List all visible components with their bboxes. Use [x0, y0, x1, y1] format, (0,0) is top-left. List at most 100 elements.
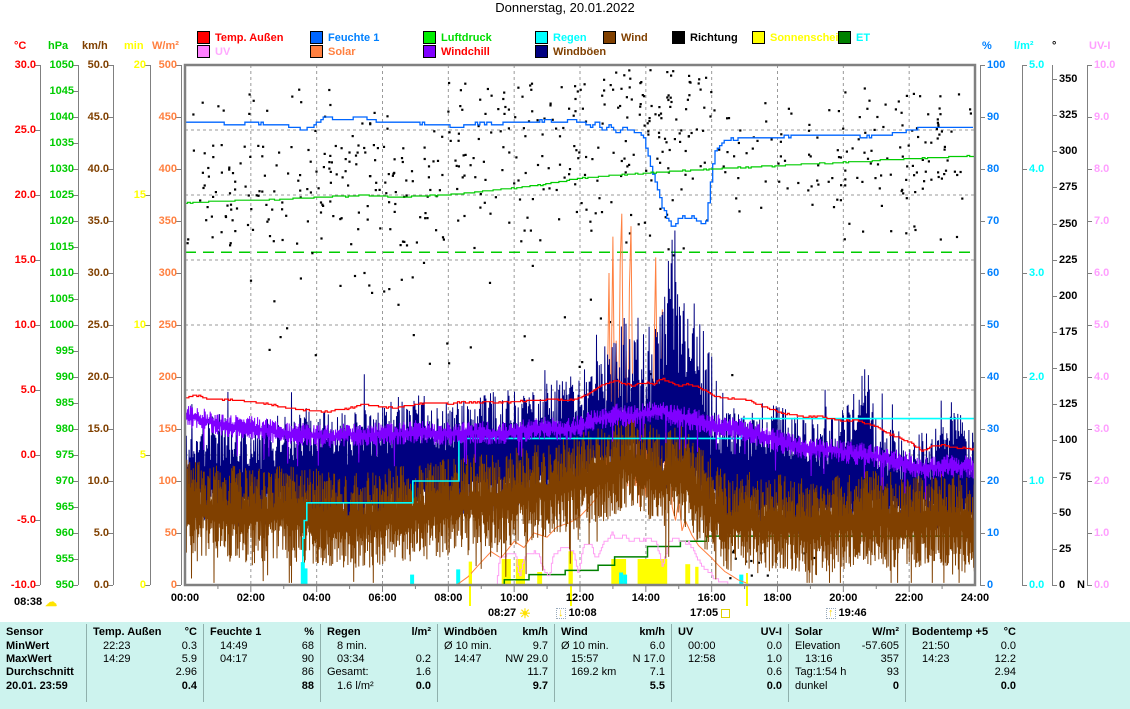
wind-direction-dot	[913, 93, 915, 95]
wind-direction-dot	[870, 162, 872, 164]
wind-direction-dot	[670, 97, 672, 99]
axis-tick-label: 15.0	[65, 424, 109, 434]
legend-swatch-sonnenschein-icon	[752, 31, 765, 44]
wind-direction-dot	[205, 219, 207, 221]
wind-direction-dot	[389, 228, 391, 230]
wind-direction-dot	[617, 107, 619, 109]
wind-direction-dot	[688, 135, 690, 137]
axis-tick-label: 1025	[30, 190, 74, 200]
axis-tick	[980, 585, 985, 586]
wind-direction-dot	[473, 247, 475, 249]
wind-direction-dot	[848, 223, 850, 225]
wind-direction-dot	[576, 211, 578, 213]
wind-direction-dot	[842, 128, 844, 130]
wind-direction-dot	[347, 184, 349, 186]
axis-line	[181, 65, 182, 585]
axis-tick-label: 200	[133, 372, 177, 382]
wind-direction-dot	[709, 115, 711, 117]
wind-direction-dot	[429, 363, 431, 365]
wind-direction-dot	[602, 123, 604, 125]
table-header-unit: km/h	[440, 626, 548, 638]
wind-direction-dot	[388, 288, 390, 290]
wind-direction-dot	[648, 120, 650, 122]
wind-direction-dot	[956, 236, 958, 238]
wind-direction-dot	[497, 108, 499, 110]
wind-direction-dot	[771, 138, 773, 140]
wind-direction-dot	[320, 201, 322, 203]
axis-tick-label: -5.0	[0, 515, 36, 525]
table-value-cell: 5.9	[89, 653, 197, 665]
sunshine-bar	[569, 551, 573, 585]
table-value-cell: 11.7	[440, 666, 548, 678]
axis-tick-label: 20.0	[65, 372, 109, 382]
wind-direction-dot	[429, 189, 431, 191]
sunshine-bar	[516, 559, 525, 585]
wind-direction-dot	[778, 181, 780, 183]
x-axis-label: 24:00	[953, 592, 997, 604]
wind-direction-dot	[794, 441, 796, 443]
axis-tick	[980, 169, 985, 170]
wind-direction-dot	[223, 110, 225, 112]
wind-direction-dot	[457, 220, 459, 222]
wind-direction-dot	[526, 217, 528, 219]
x-axis-label: 16:00	[690, 592, 734, 604]
wind-direction-dot	[901, 190, 903, 192]
legend-item-luftdruck: Luftdruck	[423, 31, 492, 44]
wind-direction-dot	[525, 172, 527, 174]
wind-direction-dot	[584, 83, 586, 85]
wind-direction-dot	[556, 189, 558, 191]
axis-tick	[1052, 296, 1057, 297]
wind-direction-dot	[450, 140, 452, 142]
wind-direction-dot	[585, 209, 587, 211]
wind-direction-dot	[886, 157, 888, 159]
wind-direction-dot	[258, 190, 260, 192]
table-row-label: 20.01. 23:59	[6, 680, 86, 692]
x-axis-label: 08:00	[426, 592, 470, 604]
wind-direction-dot	[662, 151, 664, 153]
table-value-cell: 86	[206, 666, 314, 678]
wind-direction-dot	[590, 299, 592, 301]
table-separator	[554, 624, 555, 702]
table-value-cell: 2.96	[89, 666, 197, 678]
wind-direction-dot	[329, 104, 331, 106]
wind-direction-dot	[639, 114, 641, 116]
wind-direction-dot	[685, 150, 687, 152]
rain-bar	[739, 575, 743, 585]
wind-direction-dot	[914, 191, 916, 193]
wind-direction-dot	[427, 196, 429, 198]
wind-direction-dot	[574, 98, 576, 100]
wind-direction-dot	[296, 243, 298, 245]
table-value-cell: N 17.0	[557, 653, 665, 665]
wind-direction-dot	[669, 106, 671, 108]
axis-tick-label: 450	[133, 112, 177, 122]
wind-direction-dot	[264, 175, 266, 177]
wind-direction-dot	[844, 238, 846, 240]
wind-direction-dot	[377, 147, 379, 149]
wind-direction-dot	[718, 149, 720, 151]
wind-direction-dot	[232, 172, 234, 174]
axis-tick-label: 1045	[30, 86, 74, 96]
wind-direction-dot	[211, 216, 213, 218]
axis-tick-label: 35.0	[65, 216, 109, 226]
wind-direction-dot	[221, 231, 223, 233]
wind-direction-dot	[675, 118, 677, 120]
wind-direction-dot	[202, 172, 204, 174]
wind-direction-dot	[691, 132, 693, 134]
wind-direction-dot	[755, 476, 757, 478]
wind-direction-dot	[228, 167, 230, 169]
wind-direction-dot	[456, 188, 458, 190]
wind-direction-dot	[658, 132, 660, 134]
wind-direction-dot	[484, 113, 486, 115]
wind-direction-dot	[329, 200, 331, 202]
axis-unit-label: min	[124, 40, 144, 52]
wind-direction-dot	[234, 188, 236, 190]
wind-direction-dot	[252, 229, 254, 231]
wind-direction-dot	[667, 167, 669, 169]
wind-direction-dot	[552, 119, 554, 121]
table-header-unit: km/h	[557, 626, 665, 638]
wind-direction-dot	[374, 112, 376, 114]
axis-tick	[1052, 404, 1057, 405]
axis-tick	[1052, 368, 1057, 369]
wind-direction-dot	[905, 232, 907, 234]
wind-direction-dot	[307, 220, 309, 222]
